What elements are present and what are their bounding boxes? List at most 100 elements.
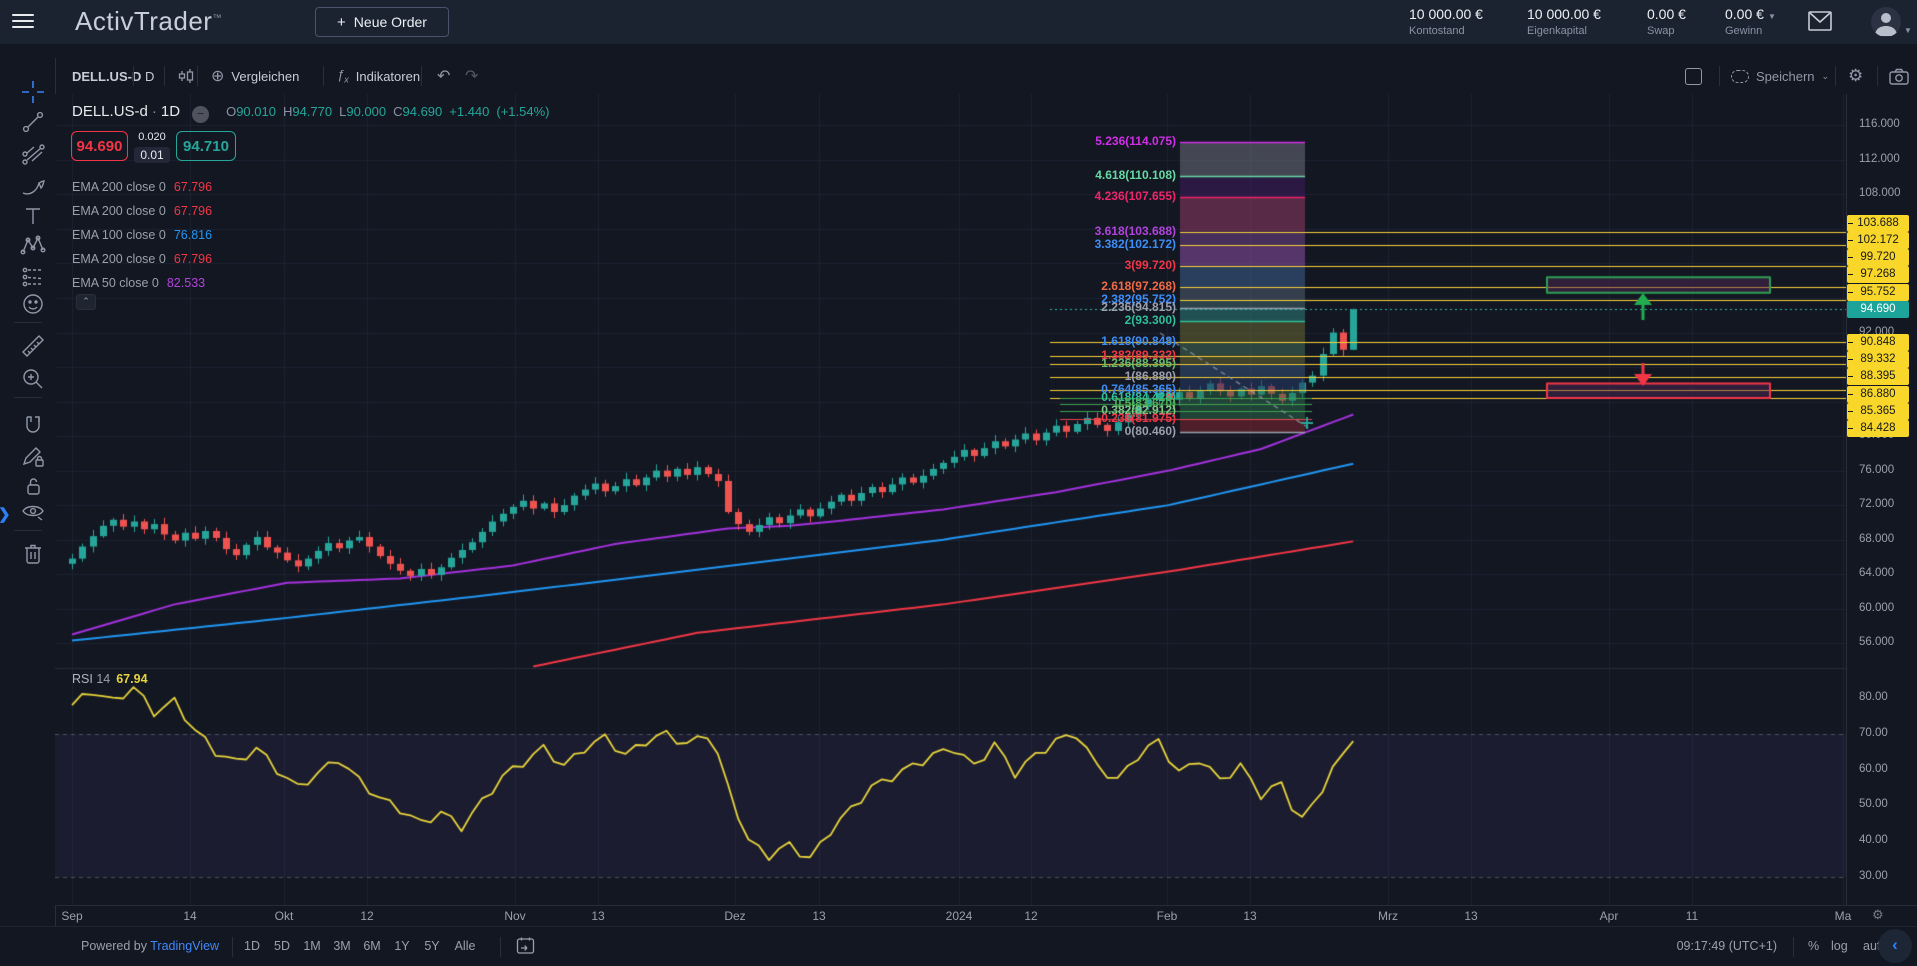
rsi-value: 67.94 — [116, 672, 147, 686]
rsi-tick: 40.00 — [1859, 834, 1888, 846]
xabcd-pattern-icon[interactable] — [13, 232, 53, 260]
symbol-toolbar: DELL.US-D D ⊕Vergleichen ƒxIndikatoren ↶… — [55, 58, 1917, 95]
alert-price-label: 84.428 — [1847, 420, 1909, 437]
fib-level-label: 3.382(102.172) — [1095, 237, 1176, 251]
indicator-row[interactable]: EMA 200 close 067.796 — [72, 175, 212, 199]
undo-icon[interactable]: ↶ — [437, 58, 450, 94]
fib-level-label: 3.618(103.688) — [1095, 224, 1176, 238]
fib-level-label: 5.236(114.075) — [1095, 134, 1176, 148]
range-button-1m[interactable]: 1M — [303, 939, 320, 953]
camera-icon[interactable] — [1889, 58, 1909, 94]
range-button-5y[interactable]: 5Y — [424, 939, 439, 953]
log-scale-button[interactable]: log — [1831, 939, 1848, 953]
percent-scale-button[interactable]: % — [1808, 939, 1819, 953]
trash-icon[interactable] — [13, 540, 53, 568]
crosshair-icon[interactable] — [13, 78, 53, 106]
layout-button[interactable] — [1685, 58, 1702, 94]
symbol-name[interactable]: DELL.US-D — [72, 58, 141, 94]
trend-line-icon[interactable] — [13, 108, 53, 136]
lock-icon[interactable] — [13, 472, 53, 500]
save-layout-button[interactable]: Speichern⌄ — [1731, 58, 1829, 94]
compare-button[interactable]: ⊕Vergleichen — [211, 58, 299, 94]
time-tick: 11 — [1686, 909, 1698, 923]
indicator-row[interactable]: EMA 200 close 067.796 — [72, 199, 212, 223]
forecast-icon[interactable] — [13, 262, 53, 290]
alert-price-label: 95.752 — [1847, 284, 1909, 301]
cloud-icon — [1731, 70, 1749, 83]
axis-gear-icon[interactable]: ⚙ — [1872, 907, 1884, 923]
magnet-icon[interactable] — [13, 412, 53, 440]
rsi-tick: 80.00 — [1859, 691, 1888, 703]
pencil-lock-icon[interactable] — [13, 443, 53, 471]
price-tick: 72.000 — [1859, 498, 1894, 510]
goto-date-icon[interactable] — [516, 936, 535, 955]
app-header: ActivTrader™ +Neue Order 10 000.00 €Kont… — [0, 0, 1917, 44]
indicators-button[interactable]: ƒxIndikatoren — [337, 58, 420, 94]
account-stat-swap: 0.00 €Swap — [1647, 6, 1686, 37]
alert-price-label: 102.172 — [1847, 232, 1909, 249]
collapse-legend-icon[interactable]: − — [192, 106, 209, 123]
fx-icon: ƒx — [337, 67, 349, 85]
brand-text: ActivTrader — [75, 6, 212, 36]
chart-legend[interactable]: DELL.US-d·1D−O90.010H94.770L90.000C94.69… — [72, 103, 550, 123]
time-tick: 13 — [591, 909, 604, 923]
tradingview-link[interactable]: TradingView — [150, 939, 219, 953]
clock[interactable]: 09:17:49 (UTC+1) — [1612, 939, 1777, 953]
time-tick: Ma — [1835, 909, 1852, 923]
menu-icon[interactable] — [12, 14, 34, 30]
alert-price-label: 99.720 — [1847, 249, 1909, 266]
alert-price-label: 90.848 — [1847, 334, 1909, 351]
rsi-legend-row[interactable]: RSI 1467.94 — [72, 672, 148, 686]
sell-bid-button[interactable]: 94.690 — [71, 131, 128, 161]
range-button-6m[interactable]: 6M — [363, 939, 380, 953]
account-stat-kontostand: 10 000.00 €Kontostand — [1409, 6, 1483, 37]
eye-icon[interactable] — [13, 498, 53, 526]
range-button-1y[interactable]: 1Y — [394, 939, 409, 953]
avatar[interactable] — [1871, 7, 1901, 37]
indicator-row[interactable]: EMA 50 close 082.533 — [72, 271, 212, 295]
range-button-1d[interactable]: 1D — [244, 939, 260, 953]
time-tick: Apr — [1600, 909, 1619, 923]
fib-tools-icon[interactable] — [13, 140, 53, 168]
range-button-alle[interactable]: Alle — [455, 939, 476, 953]
chevron-down-icon[interactable]: ▼ — [1904, 26, 1912, 35]
fib-level-label: 0.236(81.975) — [1101, 411, 1176, 425]
price-axis[interactable]: 116.000112.000108.00092.00080.00076.0007… — [1846, 94, 1917, 905]
account-stat-gewinn[interactable]: 0.00 €▼Gewinn — [1725, 6, 1776, 37]
brush-icon[interactable] — [13, 172, 53, 200]
mail-icon[interactable] — [1808, 11, 1832, 31]
settings-gear-icon[interactable]: ⚙ — [1848, 58, 1863, 94]
rsi-tick: 70.00 — [1859, 727, 1888, 739]
collapse-panel-button[interactable]: ‹ — [1878, 929, 1912, 963]
rsi-tick: 30.00 — [1859, 870, 1888, 882]
compare-plus-icon: ⊕ — [211, 66, 224, 86]
time-tick: 13 — [812, 909, 825, 923]
redo-icon[interactable]: ↷ — [465, 58, 478, 94]
ruler-icon[interactable] — [13, 332, 53, 360]
price-tick: 108.000 — [1859, 187, 1901, 199]
buy-ask-button[interactable]: 94.710 — [176, 131, 236, 161]
time-tick: Okt — [275, 909, 294, 923]
time-tick: 14 — [183, 909, 196, 923]
emoji-icon[interactable] — [13, 290, 53, 318]
range-button-3m[interactable]: 3M — [333, 939, 350, 953]
time-tick: 12 — [1024, 909, 1037, 923]
zoom-in-icon[interactable] — [13, 365, 53, 393]
indicator-row[interactable]: EMA 200 close 067.796 — [72, 247, 212, 271]
indicator-row[interactable]: EMA 100 close 076.816 — [72, 223, 212, 247]
new-order-button[interactable]: +Neue Order — [315, 7, 449, 37]
current-price-label: 94.690 — [1847, 301, 1909, 318]
fib-level-label: 1.618(90.848) — [1101, 334, 1176, 348]
collapse-indicators-icon[interactable]: ⌃ — [76, 294, 96, 310]
fib-level-label: 3(99.720) — [1125, 258, 1176, 272]
interval-button[interactable]: D — [145, 58, 154, 94]
chart-canvas[interactable] — [55, 94, 1846, 905]
fib-level-label: 2(93.300) — [1125, 313, 1176, 327]
time-axis[interactable]: ⚙Sep14Okt12Nov13Dez13202412Feb13Mrz13Apr… — [0, 906, 1917, 926]
fib-level-label: 2.236(94.815) — [1101, 300, 1176, 314]
text-icon[interactable] — [13, 202, 53, 230]
chart-style-icon[interactable] — [177, 58, 195, 94]
range-button-5d[interactable]: 5D — [274, 939, 290, 953]
price-tick: 68.000 — [1859, 533, 1894, 545]
panel-expand-chevron-icon[interactable]: ❯ — [0, 505, 11, 523]
